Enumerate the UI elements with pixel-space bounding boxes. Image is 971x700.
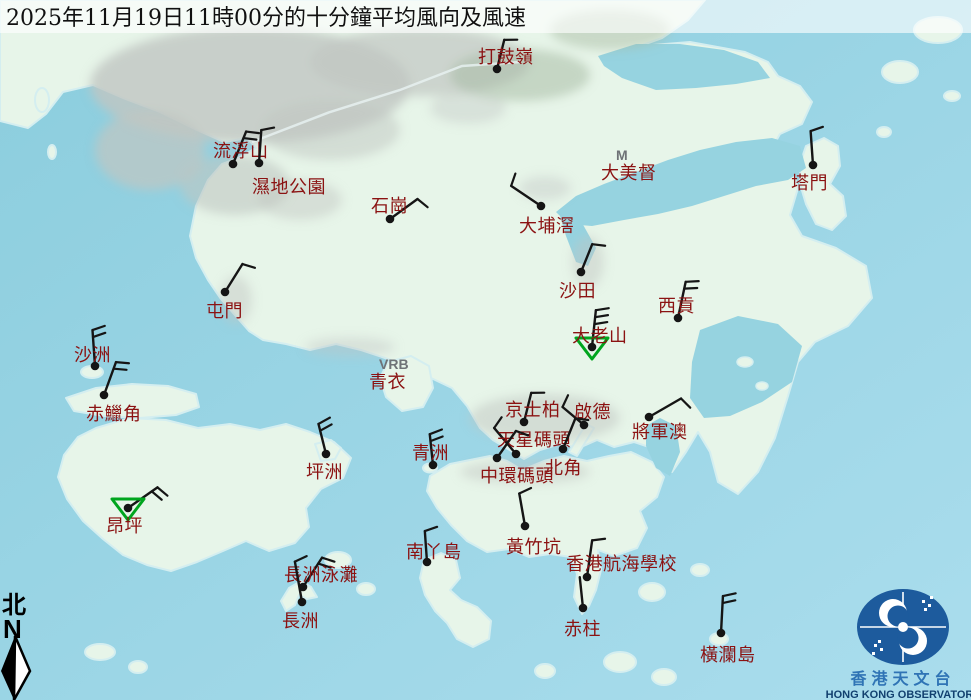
islet [882,61,918,83]
islet [129,661,147,673]
station-label: 赤鱲角 [86,404,142,425]
station-label: 大美督 [601,163,657,184]
station-label: 南丫島 [406,542,462,563]
station-label: 青衣 [369,372,406,393]
station-label: 赤柱 [564,619,601,640]
islet [691,564,709,576]
station-label: 昂坪 [106,516,143,537]
islet [357,583,375,595]
islet [85,644,115,660]
islet [756,382,768,390]
islet [639,583,665,601]
map: 打鼓嶺流浮山濕地公園石崗大埔滘M大美督塔門沙田西貢大老山屯門沙洲赤鱲角VRB青衣… [0,0,971,700]
station-dot [809,161,818,170]
station-label: 石崗 [371,196,408,217]
islet [652,669,676,685]
station-label: 長洲 [282,611,319,632]
islet [737,357,753,367]
station-label: 濕地公園 [252,177,326,198]
station-label: 青洲 [412,443,449,464]
wind-barb-feather [684,288,697,289]
station-dot [579,604,588,613]
station-label: 中環碼頭 [480,466,554,487]
wind-map-screen: 打鼓嶺流浮山濕地公園石崗大埔滘M大美督塔門沙田西貢大老山屯門沙洲赤鱲角VRB青衣… [0,0,971,700]
station-dot [255,159,264,168]
station-label: 大埔滘 [519,216,575,237]
station-dot [537,202,546,211]
station-dot [559,445,568,454]
station-dot [100,391,109,400]
station-label: 屯門 [206,301,243,322]
station-label: 沙洲 [74,345,111,366]
station-label: 塔門 [791,173,828,194]
islet [35,88,49,112]
islet [877,127,891,137]
station-dot [298,598,307,607]
station-label: 沙田 [559,281,596,302]
islet [944,91,960,101]
station-dot [493,454,502,463]
station-dot [521,522,530,531]
islet [604,652,636,672]
wind-barb-feather [116,362,129,363]
station-status-maintenance: M [616,147,628,163]
station-label: 橫瀾島 [700,645,756,666]
station-dot [221,288,230,297]
title-bar: 2025年11月19日11時00分的十分鐘平均風向及風速 [0,0,971,33]
islet [48,145,56,159]
station-label: 坪洲 [306,462,343,483]
station-dot [322,450,331,459]
wind-barb-feather [686,281,699,282]
station-label: 西貢 [658,296,695,317]
station-dot [577,268,586,277]
station-status-variable: VRB [379,356,409,372]
station-dot [124,504,133,513]
station-dot [645,413,654,422]
station-label: 將軍澳 [632,422,688,443]
map-title: 2025年11月19日11時00分的十分鐘平均風向及風速 [6,6,526,31]
station-label: 黃竹坑 [506,537,562,558]
station-label: 香港航海學校 [566,554,677,575]
station-label: 打鼓嶺 [478,47,534,68]
station-dot [717,629,726,638]
hko-logo-english: HONG KONG OBSERVATORY [826,689,971,700]
station-label: 大老山 [572,326,628,347]
wind-barb-feather [114,369,127,370]
hko-logo-chinese: 香港天文台 [849,669,955,688]
north-letter: N [3,614,22,644]
station-label: 京士柏 [505,400,561,421]
islet [535,664,555,678]
